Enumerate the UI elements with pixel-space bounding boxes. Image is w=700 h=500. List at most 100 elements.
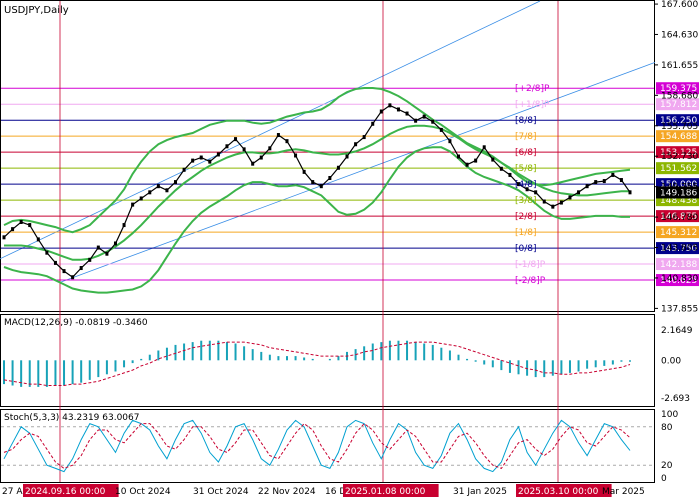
price-tick-label-1: 164.630 xyxy=(661,30,698,40)
candle-45 xyxy=(388,103,392,108)
candle-71 xyxy=(611,172,615,177)
candle-73 xyxy=(628,190,632,195)
candle-11 xyxy=(96,245,100,250)
candle-30 xyxy=(259,155,263,160)
price-tick-label-6: 149.755 xyxy=(661,183,698,193)
time-label-6: 2025.01.08 00:00 xyxy=(345,487,426,497)
candle-46 xyxy=(396,107,400,112)
murrey-price-11: 142.188 xyxy=(660,260,697,270)
price-line xyxy=(2,103,632,280)
candle-53 xyxy=(456,154,460,159)
price-tick-label-5: 152.730 xyxy=(661,152,698,162)
stoch-tick-label-2: 20 xyxy=(661,461,673,471)
candle-28 xyxy=(242,147,246,152)
candle-23 xyxy=(199,155,203,160)
price-tick-label-3: 158.680 xyxy=(661,91,698,101)
murrey-price-1: 157.812 xyxy=(660,100,697,110)
channel-lower xyxy=(59,62,656,283)
candle-35 xyxy=(302,169,306,174)
candle-50 xyxy=(431,119,435,124)
candle-36 xyxy=(311,180,315,185)
murrey-label-3: [7/8] xyxy=(515,132,537,142)
candle-2 xyxy=(19,219,23,224)
candle-48 xyxy=(414,118,418,123)
candle-55 xyxy=(474,158,478,163)
candle-17 xyxy=(148,190,152,195)
candle-27 xyxy=(234,137,238,142)
candle-66 xyxy=(568,195,572,200)
murrey-label-6: [4/8] xyxy=(515,180,537,190)
candle-64 xyxy=(551,204,555,209)
candle-13 xyxy=(113,241,117,246)
murrey-label-10: [0/8] xyxy=(515,244,537,254)
candle-14 xyxy=(122,223,126,228)
candle-15 xyxy=(131,202,135,207)
candle-44 xyxy=(379,109,383,114)
candle-6 xyxy=(53,260,57,265)
candle-39 xyxy=(336,165,340,170)
candle-43 xyxy=(371,121,375,126)
time-label-7: 31 Jan 2025 xyxy=(453,487,507,497)
candle-1 xyxy=(11,227,15,232)
murrey-label-8: [2/8] xyxy=(515,212,537,222)
murrey-price-5: 151.562 xyxy=(660,164,697,174)
candle-21 xyxy=(182,167,186,172)
candle-5 xyxy=(45,250,49,255)
candle-18 xyxy=(156,184,160,189)
main-panel-frame xyxy=(0,0,655,312)
candle-54 xyxy=(465,162,469,167)
price-tick-label-7: 146.780 xyxy=(661,213,698,223)
candle-62 xyxy=(534,190,538,195)
macd-series: 2.1649 0.00 -2.693 xyxy=(3,326,693,404)
murrey-price-3: 154.688 xyxy=(660,132,697,142)
price-tick-label-0: 167.600 xyxy=(661,0,698,10)
candle-20 xyxy=(174,180,178,185)
murrey-label-4: [6/8] xyxy=(515,148,537,158)
candle-63 xyxy=(542,199,546,204)
stoch-main-line xyxy=(3,419,631,473)
candle-31 xyxy=(268,146,272,151)
candle-38 xyxy=(328,175,332,180)
murrey-label-1: [+1/8]P xyxy=(515,100,550,110)
time-label-8: 2025.03.10 00:00 xyxy=(518,487,599,497)
candle-8 xyxy=(71,275,75,280)
murrey-label-7: [3/8] xyxy=(515,196,537,206)
candle-67 xyxy=(577,190,581,195)
murrey-label-0: [+2/8]P xyxy=(515,84,550,94)
candle-49 xyxy=(422,114,426,119)
macd-tick-label-1: 0.00 xyxy=(661,356,681,366)
murrey-label-12: [-2/8]P xyxy=(515,276,546,286)
candle-69 xyxy=(594,180,598,185)
stoch-signal-line xyxy=(3,422,631,470)
price-tick-label-9: 140.830 xyxy=(661,274,698,284)
macd-tick-label-0: 2.1649 xyxy=(661,326,693,336)
candle-57 xyxy=(491,157,495,162)
candle-24 xyxy=(208,159,212,164)
trend-channel xyxy=(0,0,656,283)
chart-canvas: [+2/8]P 159.375[+1/8]P 157.812[8/8] 156.250… xyxy=(0,0,699,497)
time-label-3: 31 Oct 2024 xyxy=(193,487,249,497)
candle-34 xyxy=(294,153,298,158)
candle-29 xyxy=(251,161,255,166)
stoch-tick-label-1: 80 xyxy=(661,423,673,433)
price-tick-label-4: 155.705 xyxy=(661,122,698,132)
candle-9 xyxy=(79,266,83,271)
candle-47 xyxy=(405,111,409,116)
candle-12 xyxy=(105,251,109,256)
candle-42 xyxy=(362,135,366,140)
price-tick-label-8: 143.805 xyxy=(661,244,698,254)
stoch-title: Stoch(5,3,3) 43.2319 63.0067 xyxy=(4,413,140,423)
candle-25 xyxy=(216,152,220,157)
macd-tick-label-2: -2.693 xyxy=(661,394,690,404)
candle-4 xyxy=(36,237,40,242)
candle-51 xyxy=(439,127,443,132)
price-tick-label-10: 137.855 xyxy=(661,304,698,314)
murrey-label-2: [8/8] xyxy=(515,116,537,126)
time-axis: 27 Aug 20242024.09.16 00:0010 Oct 202431… xyxy=(2,484,645,497)
candle-70 xyxy=(602,179,606,184)
murrey-label-11: [-1/8]P xyxy=(515,260,546,270)
candle-68 xyxy=(585,184,589,189)
murrey-label-9: [1/8] xyxy=(515,228,537,238)
candle-22 xyxy=(191,158,195,163)
candle-65 xyxy=(559,200,563,205)
